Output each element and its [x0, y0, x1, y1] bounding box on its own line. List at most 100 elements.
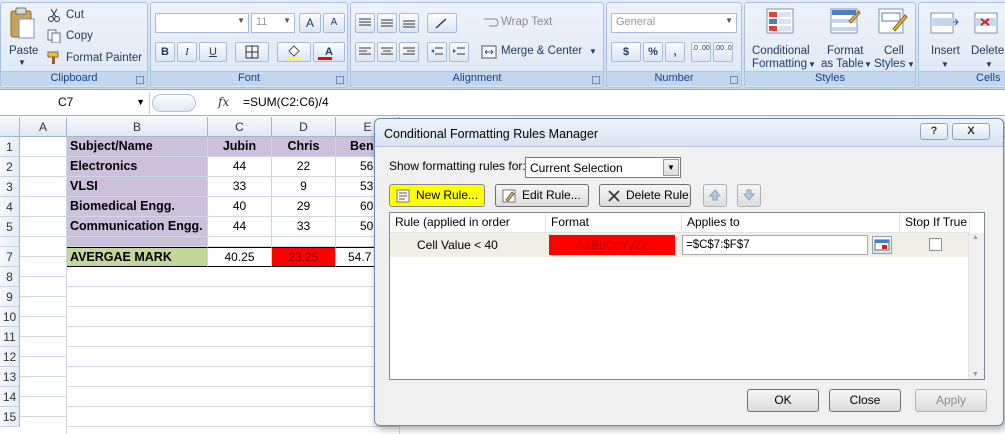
- cell-d2[interactable]: 22: [272, 157, 336, 177]
- applies-to-column-header[interactable]: Applies to: [682, 213, 900, 233]
- row-header-9[interactable]: 9: [0, 287, 20, 307]
- row-header-1[interactable]: 1: [0, 137, 20, 157]
- cell-c4[interactable]: 40: [208, 197, 272, 217]
- formula-bar-splitter[interactable]: [152, 94, 196, 112]
- font-color-button[interactable]: A: [313, 42, 345, 62]
- applies-to-input[interactable]: =$C$7:$F$7: [682, 235, 868, 255]
- dialog-title-bar[interactable]: Conditional Formatting Rules Manager ? X: [375, 119, 1003, 147]
- apply-button[interactable]: Apply: [915, 389, 987, 412]
- conditional-formatting-button[interactable]: Conditional Formatting ▼: [747, 5, 817, 71]
- insert-function-icon[interactable]: fx: [218, 95, 229, 109]
- close-window-button[interactable]: X: [952, 123, 990, 140]
- top-align-button[interactable]: [355, 13, 375, 33]
- column-a-cells[interactable]: [20, 137, 67, 434]
- shrink-font-button[interactable]: A: [323, 13, 345, 33]
- move-down-button[interactable]: [737, 184, 761, 207]
- font-size-select[interactable]: 11 ▼: [251, 13, 295, 33]
- cell-c6[interactable]: [208, 237, 272, 247]
- align-right-button[interactable]: [399, 42, 419, 62]
- cell-d3[interactable]: 9: [272, 177, 336, 197]
- row-header-14[interactable]: 14: [0, 387, 20, 407]
- cell-b6[interactable]: [67, 237, 208, 247]
- show-rules-select[interactable]: Current Selection ▼: [525, 157, 681, 178]
- underline-button[interactable]: U: [199, 42, 227, 62]
- column-header-b[interactable]: B: [67, 117, 208, 137]
- cell-b1[interactable]: Subject/Name: [67, 137, 208, 157]
- cell-b3[interactable]: VLSI: [67, 177, 208, 197]
- column-header-c[interactable]: C: [208, 117, 272, 137]
- delete-rule-button[interactable]: Delete Rule: [599, 184, 691, 207]
- bold-button[interactable]: B: [155, 42, 175, 62]
- italic-button[interactable]: I: [177, 42, 197, 62]
- rule-column-header[interactable]: Rule (applied in order shown): [390, 213, 546, 248]
- dialog-launcher-icon[interactable]: [336, 76, 344, 84]
- cell-c5[interactable]: 44: [208, 217, 272, 237]
- row-header-7[interactable]: 7: [0, 247, 20, 267]
- bottom-align-button[interactable]: [399, 13, 419, 33]
- row-header-15[interactable]: 15: [0, 407, 20, 427]
- comma-button[interactable]: ,: [665, 42, 685, 62]
- move-up-button[interactable]: [703, 184, 727, 207]
- rules-list-scrollbar[interactable]: ▲ ▼: [968, 233, 984, 379]
- cell-b5[interactable]: Communication Engg.: [67, 217, 208, 237]
- stop-if-true-checkbox[interactable]: [929, 238, 942, 251]
- close-button[interactable]: Close: [829, 389, 901, 412]
- orientation-button[interactable]: [427, 13, 457, 33]
- currency-button[interactable]: $: [611, 42, 641, 62]
- formula-input[interactable]: =SUM(C2:C6)/4: [243, 95, 329, 109]
- font-name-select[interactable]: ▼: [155, 13, 249, 33]
- increase-decimal-button[interactable]: .0 .00: [691, 42, 711, 62]
- edit-rule-button[interactable]: Edit Rule...: [495, 184, 589, 207]
- dialog-launcher-icon[interactable]: [592, 76, 600, 84]
- align-center-button[interactable]: [377, 42, 397, 62]
- name-box[interactable]: C7 ▼: [0, 93, 150, 114]
- cell-c2[interactable]: 44: [208, 157, 272, 177]
- format-painter-button[interactable]: Format Painter: [47, 50, 147, 67]
- cell-c7[interactable]: 40.25: [208, 247, 272, 267]
- decrease-decimal-button[interactable]: .00 .0: [713, 42, 733, 62]
- percent-button[interactable]: %: [643, 42, 663, 62]
- dialog-launcher-icon[interactable]: [136, 76, 144, 84]
- grow-font-button[interactable]: A: [299, 13, 321, 33]
- cell-c1[interactable]: Jubin: [208, 137, 272, 157]
- column-header-a[interactable]: A: [20, 117, 67, 137]
- help-button[interactable]: ?: [920, 123, 948, 140]
- dialog-launcher-icon[interactable]: [730, 76, 738, 84]
- ok-button[interactable]: OK: [747, 389, 819, 412]
- number-format-select[interactable]: General ▼: [611, 13, 737, 33]
- cell-d6[interactable]: [272, 237, 336, 247]
- insert-button[interactable]: Insert ▼: [921, 5, 965, 71]
- paste-button[interactable]: Paste ▼: [3, 5, 41, 71]
- rule-row[interactable]: Cell Value < 40 AaBbCcYyZz =$C$7:$F$7: [390, 233, 970, 257]
- format-column-header[interactable]: Format: [546, 213, 682, 233]
- middle-align-button[interactable]: [377, 13, 397, 33]
- select-all-corner[interactable]: [0, 117, 20, 137]
- row-header-10[interactable]: 10: [0, 307, 20, 327]
- wrap-text-button[interactable]: Wrap Text: [483, 13, 573, 33]
- copy-button[interactable]: Copy: [47, 28, 137, 45]
- row-header-11[interactable]: 11: [0, 327, 20, 347]
- scroll-down-icon[interactable]: ▼: [972, 371, 979, 378]
- cell-b4[interactable]: Biomedical Engg.: [67, 197, 208, 217]
- borders-button[interactable]: [235, 42, 269, 62]
- row-header-8[interactable]: 8: [0, 267, 20, 287]
- fill-color-button[interactable]: [277, 42, 311, 62]
- row-header-6[interactable]: [0, 237, 20, 247]
- stop-if-true-column-header[interactable]: Stop If True: [900, 213, 970, 233]
- cell-b7[interactable]: AVERGAE MARK: [67, 247, 208, 267]
- increase-indent-button[interactable]: [449, 42, 469, 62]
- row-header-3[interactable]: 3: [0, 177, 20, 197]
- cell-d7[interactable]: 23.25: [272, 247, 336, 267]
- cell-c3[interactable]: 33: [208, 177, 272, 197]
- row-header-12[interactable]: 12: [0, 347, 20, 367]
- decrease-indent-button[interactable]: [427, 42, 447, 62]
- row-header-5[interactable]: 5: [0, 217, 20, 237]
- cell-d4[interactable]: 29: [272, 197, 336, 217]
- new-rule-button[interactable]: New Rule...: [389, 184, 485, 207]
- align-left-button[interactable]: [355, 42, 375, 62]
- delete-button[interactable]: Delete ▼: [967, 5, 1005, 71]
- cell-b2[interactable]: Electronics: [67, 157, 208, 177]
- merge-center-button[interactable]: Merge & Center ▼: [481, 42, 601, 62]
- cell-styles-button[interactable]: Cell Styles ▼: [873, 5, 915, 71]
- row-header-4[interactable]: 4: [0, 197, 20, 217]
